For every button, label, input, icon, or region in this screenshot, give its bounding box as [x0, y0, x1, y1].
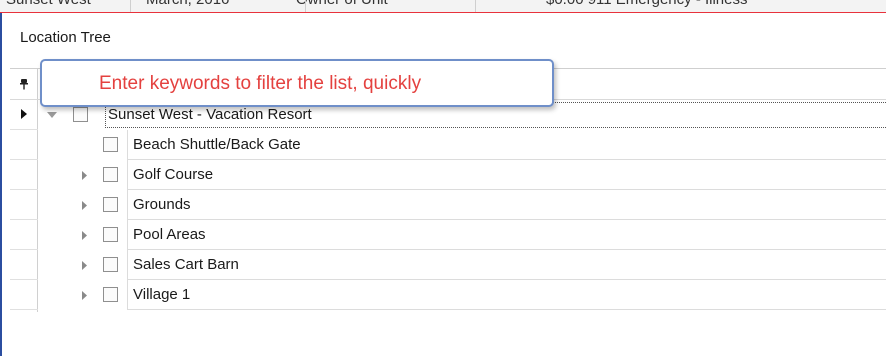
tree-node-label: Sunset West - Vacation Resort: [108, 106, 312, 123]
root-checkbox[interactable]: [73, 107, 88, 122]
node-checkbox[interactable]: [103, 197, 118, 212]
node-checkbox[interactable]: [103, 137, 118, 152]
tree-node-label: Grounds: [133, 196, 191, 213]
collapsed-triangle-icon[interactable]: [78, 289, 90, 301]
node-checkbox[interactable]: [103, 227, 118, 242]
tree-row[interactable]: Beach Shuttle/Back Gate: [10, 130, 886, 160]
expanded-triangle-icon[interactable]: [46, 109, 58, 121]
row-divider: [127, 309, 886, 310]
row-indicator: [10, 130, 38, 160]
background-cell: Owner of Unit: [296, 0, 546, 8]
row-indicator: [10, 250, 38, 280]
background-cell: March, 2016: [146, 0, 296, 8]
row-indicator: [10, 190, 38, 220]
collapsed-triangle-icon[interactable]: [78, 199, 90, 211]
tree-node-label: Village 1: [133, 286, 191, 303]
pin-icon[interactable]: [19, 78, 28, 90]
tree-row[interactable]: Grounds: [10, 190, 886, 220]
tree-row[interactable]: Pool Areas: [10, 220, 886, 250]
column-divider: [130, 0, 131, 12]
cell-divider: [127, 220, 128, 250]
background-cell: $0.00 911 Emergency - Illness: [546, 0, 876, 8]
pin-cell[interactable]: [10, 69, 38, 99]
collapsed-triangle-icon[interactable]: [78, 259, 90, 271]
panel-title: Location Tree: [20, 29, 111, 46]
tree-row[interactable]: Village 1: [10, 280, 886, 310]
node-checkbox[interactable]: [103, 287, 118, 302]
tree-grid: Sunset West - Vacation Resort Beach Shut…: [10, 68, 886, 357]
column-divider: [475, 0, 476, 12]
cell-divider: [127, 190, 128, 220]
tree-row[interactable]: Sales Cart Barn: [10, 250, 886, 280]
tree-node-label: Beach Shuttle/Back Gate: [133, 136, 301, 153]
cell-divider: [127, 160, 128, 190]
column-divider: [305, 0, 306, 12]
filter-tooltip: Enter keywords to filter the list, quick…: [40, 59, 554, 107]
node-checkbox[interactable]: [103, 257, 118, 272]
row-indicator: [10, 220, 38, 250]
collapsed-triangle-icon[interactable]: [78, 169, 90, 181]
tree-node-label: Sales Cart Barn: [133, 256, 239, 273]
cell-divider: [127, 280, 128, 310]
tooltip-text: Enter keywords to filter the list, quick…: [99, 73, 422, 94]
row-indicator-icon: [21, 106, 27, 124]
node-checkbox[interactable]: [103, 167, 118, 182]
collapsed-triangle-icon[interactable]: [78, 229, 90, 241]
tree-node-label: Pool Areas: [133, 226, 206, 243]
row-indicator: [10, 280, 38, 310]
row-indicator: [10, 100, 38, 130]
row-indicator: [10, 160, 38, 190]
tree-row[interactable]: Golf Course: [10, 160, 886, 190]
cell-divider: [127, 250, 128, 280]
tree-node-label: Golf Course: [133, 166, 214, 183]
background-cell: Sunset West: [0, 0, 146, 8]
cell-divider: [127, 130, 128, 160]
